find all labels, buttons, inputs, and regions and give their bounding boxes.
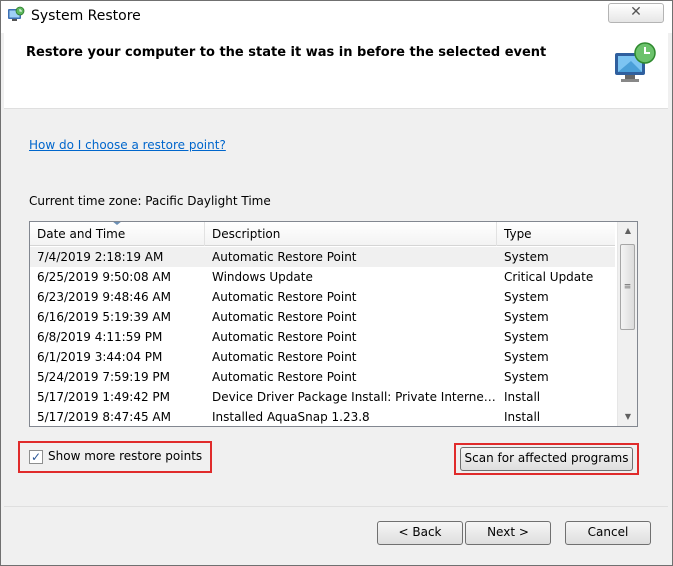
table-row[interactable]: 5/17/2019 1:49:42 PM Device Driver Packa…: [30, 387, 615, 407]
close-button[interactable]: ✕: [608, 3, 664, 23]
cell-date: 6/1/2019 3:44:04 PM: [37, 350, 163, 364]
scroll-down-icon[interactable]: ▼: [618, 408, 637, 426]
window-title: System Restore: [31, 8, 141, 24]
cell-type: Critical Update: [504, 270, 594, 284]
cell-date: 7/4/2019 2:18:19 AM: [37, 250, 164, 264]
column-header-type[interactable]: Type: [497, 222, 615, 246]
column-header-description-label: Description: [212, 227, 281, 241]
table-row[interactable]: 6/23/2019 9:48:46 AM Automatic Restore P…: [30, 287, 615, 307]
cell-date: 5/17/2019 1:49:42 PM: [37, 390, 171, 404]
restore-points-list[interactable]: Date and Time Description Type 7/4/2019 …: [29, 221, 638, 427]
cell-description: Automatic Restore Point: [212, 290, 357, 304]
cell-description: Automatic Restore Point: [212, 330, 357, 344]
column-header-date-label: Date and Time: [37, 227, 126, 241]
scrollbar-thumb[interactable]: ≡: [620, 244, 635, 330]
cell-type: Install: [504, 410, 541, 424]
table-row[interactable]: 6/1/2019 3:44:04 PM Automatic Restore Po…: [30, 347, 615, 367]
back-button[interactable]: < Back: [377, 521, 463, 545]
checkmark-icon: ✓: [30, 450, 42, 464]
page-title: Restore your computer to the state it wa…: [26, 45, 547, 60]
table-row[interactable]: 6/25/2019 9:50:08 AM Windows Update Crit…: [30, 267, 615, 287]
column-header-description[interactable]: Description: [205, 222, 497, 246]
cell-type: System: [504, 290, 549, 304]
cell-type: System: [504, 350, 549, 364]
table-row[interactable]: 6/8/2019 4:11:59 PM Automatic Restore Po…: [30, 327, 615, 347]
show-more-label: Show more restore points: [48, 449, 203, 463]
cell-description: Windows Update: [212, 270, 313, 284]
system-restore-large-icon: [615, 42, 656, 82]
footer-divider: [4, 506, 668, 507]
table-row[interactable]: 7/4/2019 2:18:19 AM Automatic Restore Po…: [30, 247, 615, 267]
cell-date: 6/23/2019 9:48:46 AM: [37, 290, 171, 304]
cell-date: 5/17/2019 8:47:45 AM: [37, 410, 171, 424]
list-rows: 7/4/2019 2:18:19 AM Automatic Restore Po…: [30, 247, 615, 426]
cell-type: System: [504, 370, 549, 384]
table-row[interactable]: 5/24/2019 7:59:19 PM Automatic Restore P…: [30, 367, 615, 387]
cell-date: 6/8/2019 4:11:59 PM: [37, 330, 163, 344]
vertical-scrollbar[interactable]: ▲ ≡ ▼: [617, 222, 637, 426]
cancel-button[interactable]: Cancel: [565, 521, 651, 545]
cell-type: Install: [504, 390, 541, 404]
cell-description: Automatic Restore Point: [212, 350, 357, 364]
scan-affected-programs-button[interactable]: Scan for affected programs: [460, 447, 633, 471]
scroll-up-icon[interactable]: ▲: [618, 222, 637, 240]
next-button[interactable]: Next >: [465, 521, 551, 545]
help-link-choose-restore-point[interactable]: How do I choose a restore point?: [29, 138, 226, 152]
cell-description: Device Driver Package Install: Private I…: [212, 390, 497, 404]
cell-description: Automatic Restore Point: [212, 370, 357, 384]
close-icon: ✕: [630, 4, 642, 20]
cell-type: System: [504, 330, 549, 344]
cell-description: Automatic Restore Point: [212, 250, 357, 264]
show-more-checkbox[interactable]: ✓: [29, 450, 43, 464]
cell-description: Installed AquaSnap 1.23.8: [212, 410, 370, 424]
cell-description: Automatic Restore Point: [212, 310, 357, 324]
system-restore-window: System Restore ✕ Restore your computer t…: [0, 0, 673, 566]
title-bar: System Restore ✕: [1, 1, 672, 33]
table-row[interactable]: 6/16/2019 5:19:39 AM Automatic Restore P…: [30, 307, 615, 327]
wizard-header: Restore your computer to the state it wa…: [4, 33, 668, 109]
timezone-label: Current time zone: Pacific Daylight Time: [29, 194, 271, 208]
system-restore-icon: [8, 6, 25, 21]
table-row[interactable]: 5/17/2019 8:47:45 AM Installed AquaSnap …: [30, 407, 615, 426]
column-header-type-label: Type: [504, 227, 532, 241]
cell-date: 6/16/2019 5:19:39 AM: [37, 310, 171, 324]
sort-descending-icon: [112, 222, 122, 225]
list-header: Date and Time Description Type: [30, 222, 615, 246]
cell-date: 6/25/2019 9:50:08 AM: [37, 270, 171, 284]
column-header-date[interactable]: Date and Time: [30, 222, 205, 246]
cell-type: System: [504, 250, 549, 264]
cell-type: System: [504, 310, 549, 324]
cell-date: 5/24/2019 7:59:19 PM: [37, 370, 171, 384]
